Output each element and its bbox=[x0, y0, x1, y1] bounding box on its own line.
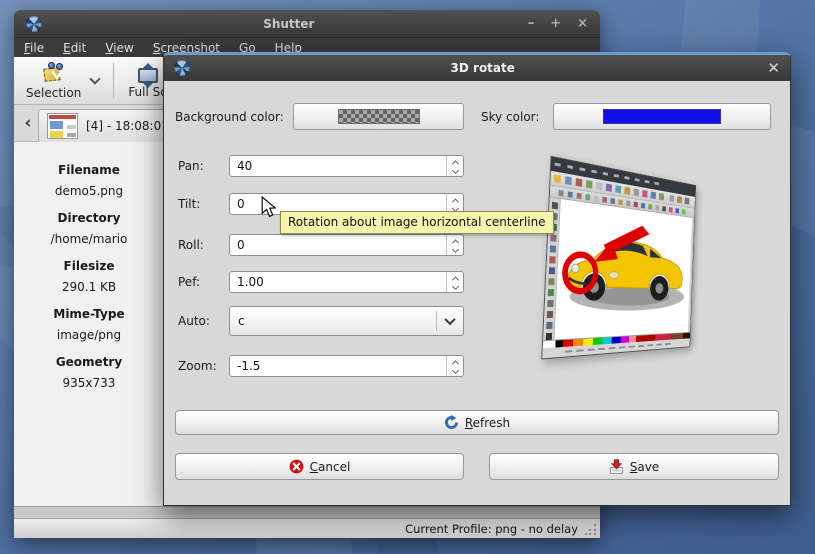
auto-combobox[interactable]: c bbox=[229, 306, 464, 336]
roll-spin-buttons[interactable] bbox=[446, 235, 463, 255]
menu-file[interactable]: File bbox=[24, 41, 44, 55]
cancel-label: Cancel bbox=[310, 460, 351, 474]
statusbar: Current Profile: png - no delay bbox=[14, 518, 600, 538]
zoom-spin-buttons[interactable] bbox=[446, 356, 463, 376]
pan-label: Pan: bbox=[178, 159, 204, 173]
background-color-button[interactable] bbox=[293, 103, 464, 130]
pan-spinbox bbox=[229, 155, 464, 177]
info-label: Filesize bbox=[14, 259, 164, 273]
dialog-titlebar[interactable]: 3D rotate ✕ bbox=[164, 55, 790, 81]
selection-capture-button[interactable]: Selection bbox=[18, 59, 89, 102]
pef-spin-buttons[interactable] bbox=[446, 272, 463, 292]
shutter-logo-icon bbox=[174, 60, 190, 76]
dialog-title: 3D rotate bbox=[198, 61, 767, 75]
spin-down-icon[interactable] bbox=[451, 245, 458, 252]
toolbar-separator bbox=[113, 63, 114, 98]
sky-color-label: Sky color: bbox=[481, 110, 539, 124]
3d-rotate-dialog: 3D rotate ✕ Background color: Sky color:… bbox=[163, 52, 791, 506]
save-button[interactable]: Save bbox=[489, 453, 779, 480]
resize-grip[interactable] bbox=[585, 523, 597, 535]
close-button[interactable]: × bbox=[577, 10, 588, 38]
info-label: Directory bbox=[14, 211, 164, 225]
info-label: Mime-Type bbox=[14, 307, 164, 321]
tab-label: [4] - 18:08:01 bbox=[86, 119, 169, 133]
pef-spinbox bbox=[229, 271, 464, 293]
chevron-down-icon bbox=[444, 314, 455, 325]
info-value: /home/mario bbox=[14, 232, 164, 246]
dialog-close-button[interactable]: ✕ bbox=[767, 55, 780, 81]
background-color-swatch bbox=[338, 109, 420, 124]
desktop-background: Shutter – + × File Edit View Screenshot … bbox=[0, 0, 815, 554]
zoom-spinbox bbox=[229, 355, 464, 377]
cancel-icon bbox=[289, 459, 304, 474]
preview-canvas bbox=[554, 199, 694, 340]
menu-edit[interactable]: Edit bbox=[63, 41, 86, 55]
save-icon bbox=[609, 459, 624, 474]
selection-icon bbox=[41, 62, 67, 84]
pan-input[interactable] bbox=[230, 159, 446, 173]
window-title: Shutter bbox=[50, 17, 528, 31]
auto-selected-value: c bbox=[230, 314, 436, 328]
selection-label: Selection bbox=[26, 86, 81, 100]
info-label: Geometry bbox=[14, 355, 164, 369]
info-label: Filename bbox=[14, 163, 164, 177]
screenshot-thumbnail bbox=[47, 113, 78, 139]
info-value: image/png bbox=[14, 328, 164, 342]
mouse-cursor bbox=[261, 196, 276, 218]
cancel-button[interactable]: Cancel bbox=[175, 453, 464, 480]
fullscreen-icon bbox=[138, 68, 158, 83]
window-bottom-strip bbox=[14, 506, 600, 518]
current-profile-status: Current Profile: png - no delay bbox=[405, 522, 578, 536]
info-value: 935x733 bbox=[14, 376, 164, 390]
refresh-label: Refresh bbox=[465, 416, 510, 430]
3d-preview-image bbox=[541, 156, 696, 360]
file-info-panel: Filename demo5.png Directory /home/mario… bbox=[14, 142, 164, 506]
spin-down-icon[interactable] bbox=[451, 166, 458, 173]
pef-label: Pef: bbox=[178, 275, 200, 289]
roll-spinbox bbox=[229, 234, 464, 256]
yellow-car-graphic bbox=[555, 205, 692, 329]
shutter-logo-icon bbox=[26, 16, 42, 32]
sky-color-button[interactable] bbox=[553, 103, 771, 130]
roll-label: Roll: bbox=[178, 238, 204, 252]
background-color-label: Background color: bbox=[175, 110, 284, 124]
pan-spin-buttons[interactable] bbox=[446, 156, 463, 176]
info-value: 290.1 KB bbox=[14, 280, 164, 294]
pef-input[interactable] bbox=[230, 275, 446, 289]
zoom-input[interactable] bbox=[230, 359, 446, 373]
sky-color-swatch bbox=[603, 109, 721, 124]
zoom-label: Zoom: bbox=[178, 359, 217, 373]
main-titlebar[interactable]: Shutter – + × bbox=[14, 10, 600, 38]
refresh-icon bbox=[444, 415, 459, 430]
selection-dropdown-chevron-icon[interactable] bbox=[90, 73, 101, 84]
menu-view[interactable]: View bbox=[105, 41, 133, 55]
tilt-tooltip: Rotation about image horizontal centerli… bbox=[280, 211, 554, 234]
maximize-button[interactable]: + bbox=[550, 10, 561, 38]
tilt-label: Tilt: bbox=[178, 197, 200, 211]
save-label: Save bbox=[630, 460, 659, 474]
refresh-button[interactable]: Refresh bbox=[175, 410, 779, 435]
spin-down-icon[interactable] bbox=[451, 282, 458, 289]
info-value: demo5.png bbox=[14, 184, 164, 198]
auto-label: Auto: bbox=[178, 314, 210, 328]
tab-nav-back-icon[interactable]: ‹ bbox=[18, 113, 38, 133]
minimize-button[interactable]: – bbox=[528, 10, 535, 38]
roll-input[interactable] bbox=[230, 238, 446, 252]
spin-down-icon[interactable] bbox=[451, 366, 458, 373]
